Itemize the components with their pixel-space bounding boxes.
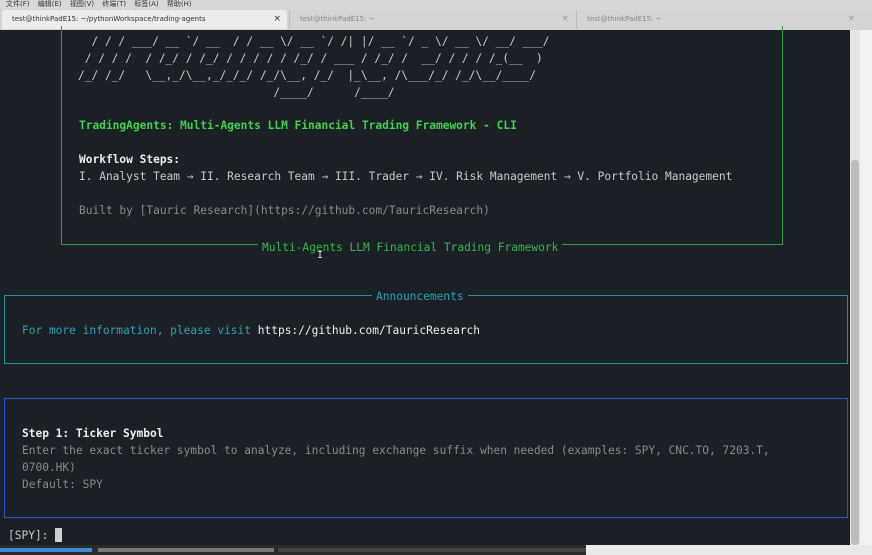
- terminal-output[interactable]: / / / ___/ __ `/ __ / / __ \/ __ `/ /| |…: [0, 26, 850, 545]
- prompt-line[interactable]: [SPY]:: [8, 527, 63, 544]
- menu-terminal[interactable]: 终端(T): [102, 0, 126, 9]
- vertical-scrollbar[interactable]: [850, 30, 860, 545]
- step-heading: Step 1: Ticker Symbol: [22, 427, 164, 440]
- taskbar: [0, 545, 872, 555]
- menu-file[interactable]: 文件(F): [6, 0, 30, 9]
- workflow-heading: Workflow Steps:: [79, 153, 181, 166]
- step-description-cont: 0700.HK): [22, 461, 76, 474]
- ascii-art-line: /_/ /_/ \__,_/\__,_/_/_/ /_/\__, /_/ |_\…: [78, 69, 537, 82]
- announcements-title: Announcements: [372, 288, 468, 305]
- built-by: Built by [Tauric Research](https://githu…: [79, 204, 490, 217]
- menu-view[interactable]: 视图(V): [70, 0, 94, 9]
- announcement-line: For more information, please visit https…: [22, 322, 480, 339]
- menu-edit[interactable]: 编辑(E): [38, 0, 62, 9]
- welcome-panel-footer: Multi-Agents LLM Financial Trading Frame…: [258, 239, 563, 256]
- ascii-art-line: / / / / / /_/ / /_/ / / / / / /_/ / ___ …: [78, 52, 543, 65]
- workflow-steps: I. Analyst Team → II. Research Team → II…: [79, 170, 733, 183]
- scrollbar-thumb[interactable]: [851, 160, 859, 545]
- taskbar-indicator: [278, 548, 586, 552]
- close-icon[interactable]: ×: [847, 10, 855, 29]
- menu-help[interactable]: 帮助(H): [167, 0, 192, 9]
- step-default: Default: SPY: [22, 478, 103, 491]
- menu-tabs[interactable]: 标签(A): [134, 0, 158, 9]
- ascii-art-line: /____/ /____/: [78, 86, 395, 99]
- app-title: TradingAgents: Multi-Agents LLM Financia…: [79, 119, 517, 132]
- input-cursor[interactable]: [55, 528, 63, 542]
- menu-bar: 文件(F) 编辑(E) 视图(V) 终端(T) 标签(A) 帮助(H): [0, 0, 872, 9]
- ascii-art-line: / / / ___/ __ `/ __ / / __ \/ __ `/ /| |…: [78, 35, 550, 48]
- text-cursor-icon: I: [317, 250, 324, 261]
- announcement-text: For more information, please visit: [22, 324, 258, 337]
- window-edge: [860, 30, 872, 545]
- step-description: Enter the exact ticker symbol to analyze…: [22, 444, 770, 457]
- announcement-link[interactable]: https://github.com/TauricResearch: [258, 324, 480, 337]
- prompt-text: [SPY]:: [8, 529, 56, 542]
- taskbar-tray: [586, 545, 872, 555]
- taskbar-indicator: [0, 548, 92, 552]
- taskbar-indicator: [98, 548, 274, 552]
